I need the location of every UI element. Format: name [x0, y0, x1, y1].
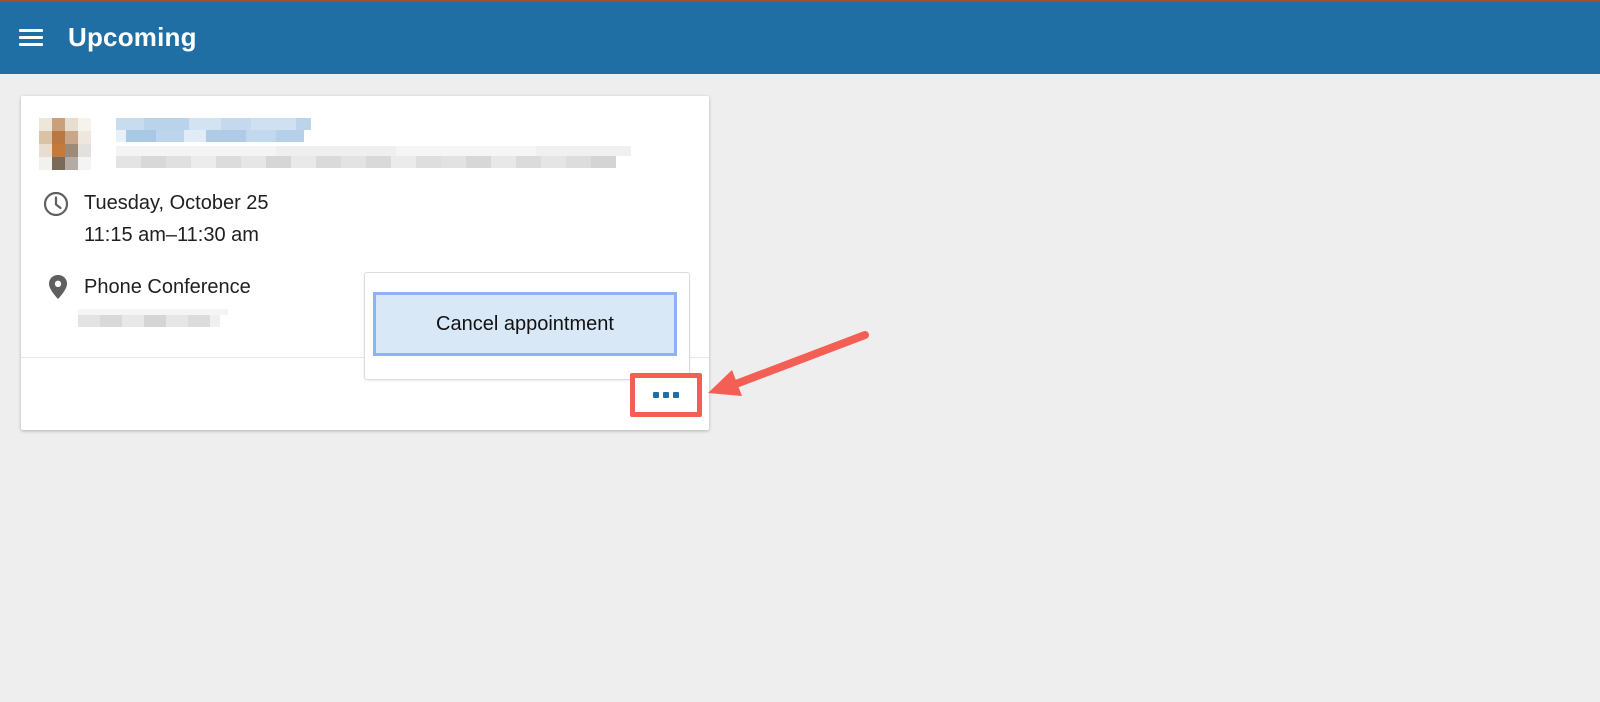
map-pin-icon	[49, 275, 67, 299]
location-details-blurred	[78, 309, 228, 327]
appointment-time: 11:15 am–11:30 am	[84, 224, 259, 246]
contact-name-link[interactable]	[116, 118, 311, 142]
appointment-date: Tuesday, October 25	[84, 192, 269, 214]
pointer-arrow-icon	[708, 331, 869, 396]
contact-details-blurred	[116, 146, 631, 168]
more-options-button[interactable]	[630, 373, 702, 417]
clock-icon	[43, 191, 69, 217]
avatar	[39, 118, 91, 170]
cancel-appointment-button[interactable]: Cancel appointment	[373, 292, 677, 356]
more-dots-icon	[651, 392, 681, 398]
hamburger-menu-icon[interactable]	[16, 26, 46, 50]
page-title: Upcoming	[68, 22, 197, 52]
appointment-location: Phone Conference	[84, 276, 251, 298]
actions-menu: Cancel appointment	[364, 272, 690, 380]
app-bar: Upcoming	[0, 2, 1600, 74]
appointment-card: Tuesday, October 25 11:15 am–11:30 am Ph…	[21, 96, 709, 430]
